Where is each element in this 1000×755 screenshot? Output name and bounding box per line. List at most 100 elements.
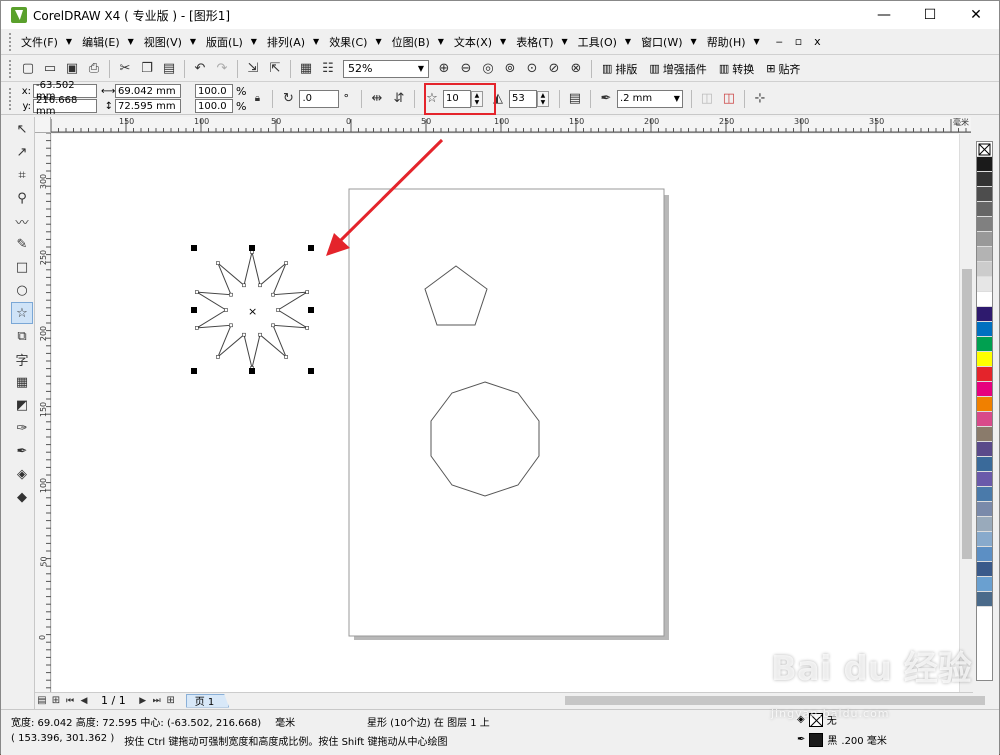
welcome-screen-icon[interactable]: ☷: [317, 58, 339, 80]
smart-fill-icon[interactable]: ✎: [11, 233, 33, 255]
minimize-button[interactable]: —: [861, 1, 907, 29]
paste-icon[interactable]: ▤: [158, 58, 180, 80]
zoom-tool-icon[interactable]: ⚲: [11, 187, 33, 209]
menu-arrow-icon[interactable]: ▼: [128, 37, 134, 46]
color-swatch[interactable]: [977, 442, 992, 457]
freehand-tool-icon[interactable]: 〰: [11, 210, 33, 232]
zoom-level-select[interactable]: 52% ▼: [343, 59, 429, 78]
doc-minimize-button[interactable]: ‒: [776, 35, 783, 48]
pick-tool-icon[interactable]: ↖: [11, 118, 33, 140]
scale-x-field[interactable]: 100.0: [195, 84, 233, 98]
sharpness-spinner[interactable]: ▲ ▼: [536, 90, 549, 107]
zoom-in-icon[interactable]: ⊕: [433, 58, 455, 80]
interactive-fill-icon[interactable]: ◆: [11, 486, 33, 508]
to-front-icon[interactable]: ◫: [696, 88, 718, 110]
save-icon[interactable]: ▣: [61, 58, 83, 80]
color-swatch[interactable]: [977, 157, 992, 172]
color-swatch[interactable]: [977, 262, 992, 277]
menu-text[interactable]: 文本(X): [450, 31, 496, 53]
toolbar-grip[interactable]: [9, 32, 13, 51]
color-palette[interactable]: [976, 141, 993, 681]
shape-tool-icon[interactable]: ↗: [11, 141, 33, 163]
menu-arrow-icon[interactable]: ▼: [438, 37, 444, 46]
zoom-all-icon[interactable]: ⊚: [499, 58, 521, 80]
horizontal-ruler[interactable]: 150 100 50 0 50 100 150 200 250 300 350 …: [51, 117, 971, 133]
crop-tool-icon[interactable]: ⌗: [11, 164, 33, 186]
lock-ratio-icon[interactable]: 🔒︎: [246, 88, 268, 110]
menu-edit[interactable]: 编辑(E): [78, 31, 124, 53]
color-swatch[interactable]: [977, 517, 992, 532]
import-icon[interactable]: ⇲: [242, 58, 264, 80]
star-tool-icon[interactable]: ☆: [11, 302, 33, 324]
color-swatch[interactable]: [977, 217, 992, 232]
ruler-origin[interactable]: [35, 117, 51, 133]
menu-help[interactable]: 帮助(H): [703, 31, 750, 53]
redo-icon[interactable]: ↷: [211, 58, 233, 80]
color-swatch[interactable]: [977, 547, 992, 562]
color-swatch[interactable]: [977, 277, 992, 292]
menu-arrow-icon[interactable]: ▼: [562, 37, 568, 46]
no-color-swatch[interactable]: [977, 142, 992, 157]
menu-bitmaps[interactable]: 位图(B): [388, 31, 434, 53]
page-tab[interactable]: 页 1: [185, 693, 230, 708]
color-swatch[interactable]: [977, 397, 992, 412]
outline-tool-icon[interactable]: ✒: [11, 440, 33, 462]
zoom-width-icon[interactable]: ⊘: [543, 58, 565, 80]
color-swatch[interactable]: [977, 187, 992, 202]
basic-shapes-icon[interactable]: ⧉: [11, 325, 33, 347]
menu-arrow-icon[interactable]: ▼: [754, 37, 760, 46]
close-button[interactable]: ✕: [953, 1, 999, 29]
cut-icon[interactable]: ✂: [114, 58, 136, 80]
color-swatch[interactable]: [977, 382, 992, 397]
width-field[interactable]: 69.042 mm: [115, 84, 181, 98]
color-swatch[interactable]: [977, 487, 992, 502]
rectangle-tool-icon[interactable]: □: [11, 256, 33, 278]
color-swatch[interactable]: [977, 457, 992, 472]
color-swatch[interactable]: [977, 307, 992, 322]
fill-tool-icon[interactable]: ◈: [11, 463, 33, 485]
color-swatch[interactable]: [977, 352, 992, 367]
drawing-canvas[interactable]: ×: [52, 134, 959, 692]
scale-y-field[interactable]: 100.0: [195, 99, 233, 113]
layout-button[interactable]: ▥ 排版: [602, 61, 637, 77]
maximize-button[interactable]: ☐: [907, 1, 953, 29]
mirror-horizontal-icon[interactable]: ⇹: [366, 88, 388, 110]
color-swatch[interactable]: [977, 232, 992, 247]
menu-arrow-icon[interactable]: ▼: [625, 37, 631, 46]
table-tool-icon[interactable]: ▦: [11, 371, 33, 393]
copy-icon[interactable]: ❐: [136, 58, 158, 80]
interactive-blend-icon[interactable]: ◩: [11, 394, 33, 416]
color-swatch[interactable]: [977, 292, 992, 307]
menu-arrow-icon[interactable]: ▼: [313, 37, 319, 46]
zoom-selected-icon[interactable]: ◎: [477, 58, 499, 80]
export-icon[interactable]: ⇱: [264, 58, 286, 80]
color-swatch[interactable]: [977, 502, 992, 517]
color-swatch[interactable]: [977, 472, 992, 487]
color-swatch[interactable]: [977, 592, 992, 607]
open-icon[interactable]: ▭: [39, 58, 61, 80]
menu-file[interactable]: 文件(F): [17, 31, 62, 53]
menu-arrow-icon[interactable]: ▼: [500, 37, 506, 46]
outline-swatch[interactable]: [809, 732, 824, 747]
menu-table[interactable]: 表格(T): [512, 31, 557, 53]
color-swatch[interactable]: [977, 247, 992, 262]
menu-arrow-icon[interactable]: ▼: [375, 37, 381, 46]
y-position-field[interactable]: 216.668 mm: [33, 95, 97, 117]
wrap-text-icon[interactable]: ▤: [564, 88, 586, 110]
zoom-height-icon[interactable]: ⊗: [565, 58, 587, 80]
height-field[interactable]: 72.595 mm: [115, 99, 181, 113]
color-swatch[interactable]: [977, 562, 992, 577]
doc-close-button[interactable]: x: [814, 35, 821, 48]
menu-arrow-icon[interactable]: ▼: [691, 37, 697, 46]
sharpness-field[interactable]: 53: [508, 89, 537, 108]
print-icon[interactable]: ⎙: [83, 58, 105, 80]
menu-tools[interactable]: 工具(O): [574, 31, 621, 53]
to-back-icon[interactable]: ◫: [718, 88, 740, 110]
rotation-field[interactable]: .0: [299, 89, 340, 108]
vertical-scrollbar[interactable]: [959, 134, 973, 692]
zoom-out-icon[interactable]: ⊖: [455, 58, 477, 80]
menu-arrow-icon[interactable]: ▼: [251, 37, 257, 46]
color-swatch[interactable]: [977, 577, 992, 592]
menu-effects[interactable]: 效果(C): [325, 31, 371, 53]
color-swatch[interactable]: [977, 427, 992, 442]
